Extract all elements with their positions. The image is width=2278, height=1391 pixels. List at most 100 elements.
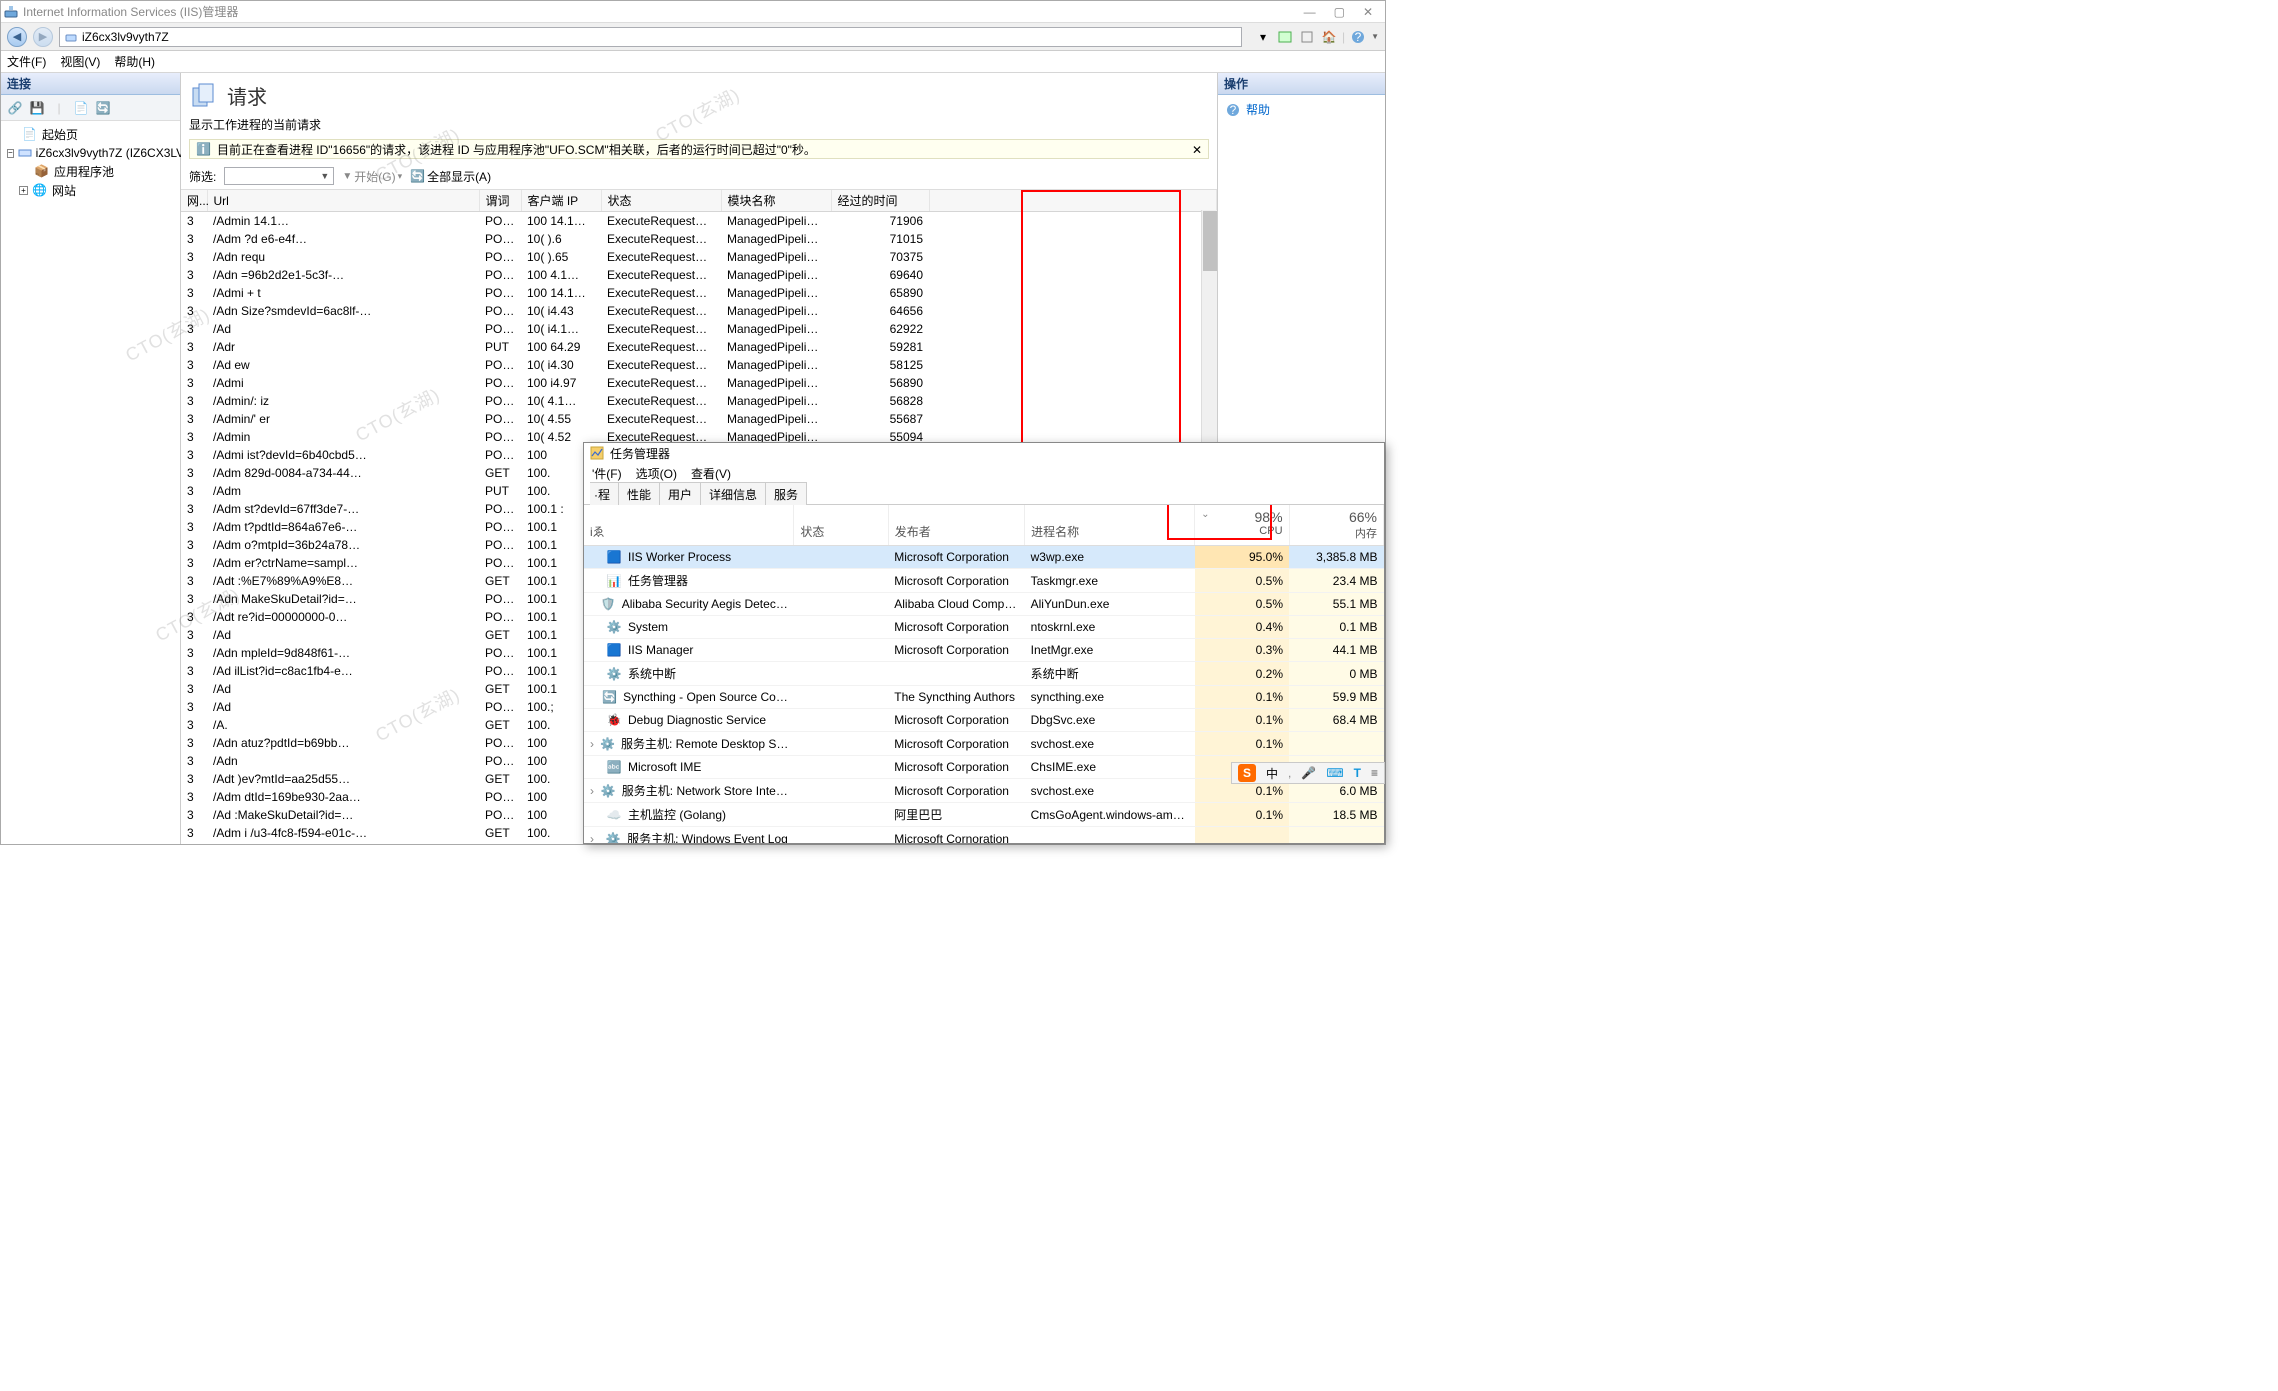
- tmcol-cpu[interactable]: ⌄98%CPU: [1195, 505, 1289, 546]
- tm-row[interactable]: ⚙️系统中断系统中断0.2%0 MB: [584, 662, 1384, 686]
- tm-menu-view[interactable]: 查看(V): [691, 465, 731, 482]
- page-subtitle: 显示工作进程的当前请求: [181, 116, 1217, 139]
- ime-t[interactable]: T: [1354, 766, 1361, 780]
- home-icon[interactable]: 🏠: [1320, 28, 1338, 46]
- tmcol-name[interactable]: iゑ: [584, 505, 794, 546]
- table-row[interactable]: 3/Adn requPOST10( ).65ExecuteRequestHan……: [181, 248, 1217, 266]
- taskmgr-tabs: ·程 性能 用户 详细信息 服务: [584, 483, 1384, 505]
- sogou-icon[interactable]: S: [1238, 764, 1256, 782]
- help-link[interactable]: ? 帮助: [1226, 99, 1377, 120]
- menu-file[interactable]: 文件(F): [7, 53, 46, 70]
- forward-button[interactable]: ▶: [33, 27, 53, 47]
- tab-performance[interactable]: 性能: [618, 482, 660, 505]
- close-button[interactable]: ✕: [1363, 5, 1373, 19]
- table-row[interactable]: 3/Admi + tPOST100 14.1…ExecuteRequestHan…: [181, 284, 1217, 302]
- connect-icon[interactable]: 🔗: [7, 100, 23, 116]
- menubar: 文件(F) 视图(V) 帮助(H): [1, 51, 1385, 73]
- page-title: 请求: [227, 81, 267, 110]
- tm-row[interactable]: 🔄Syncthing - Open Source Co…The Syncthin…: [584, 686, 1384, 709]
- col-net[interactable]: 网...: [181, 190, 207, 212]
- table-row[interactable]: 3/AdrPUT100 64.29ExecuteRequestHan…Manag…: [181, 338, 1217, 356]
- stop-icon[interactable]: [1298, 28, 1316, 46]
- table-row[interactable]: 3/AdmiPOST100 i4.97ExecuteRequestHan…Man…: [181, 374, 1217, 392]
- col-verb[interactable]: 谓词: [479, 190, 521, 212]
- tab-processes[interactable]: ·程: [590, 482, 619, 505]
- table-row[interactable]: 3/Adm ?d e6-e4f…POST10( ).6ExecuteReques…: [181, 230, 1217, 248]
- save-icon[interactable]: 💾: [29, 100, 45, 116]
- col-url[interactable]: Url: [207, 190, 479, 212]
- info-icon: ℹ️: [196, 142, 211, 156]
- help-icon: ?: [1226, 103, 1240, 117]
- refresh-connections-icon[interactable]: [1276, 28, 1294, 46]
- info-text: 目前正在查看进程 ID"16656"的请求，该进程 ID 与应用程序池"UFO.…: [217, 141, 816, 158]
- col-client[interactable]: 客户端 IP: [521, 190, 601, 212]
- address-box[interactable]: iZ6cx3lv9vyth7Z: [59, 27, 1242, 47]
- tmcol-mem[interactable]: 66%内存: [1289, 505, 1383, 546]
- window-title: Internet Information Services (IIS)管理器: [23, 3, 1304, 20]
- table-row[interactable]: 3/Adn =96b2d2e1-5c3f-…POST100 4.1…Execut…: [181, 266, 1217, 284]
- svg-text:?: ?: [1355, 30, 1362, 44]
- address-text: iZ6cx3lv9vyth7Z: [82, 30, 169, 44]
- table-row[interactable]: 3/Adn Size?smdevId=6ac8lf-…POST10( i4.43…: [181, 302, 1217, 320]
- menu-help[interactable]: 帮助(H): [114, 53, 155, 70]
- filter-bar: 筛选: ▼ ▼开始(G)▾ 🔄全部显示(A): [181, 165, 1217, 189]
- taskmgr-titlebar: 任务管理器: [584, 443, 1384, 463]
- connections-tree[interactable]: 📄起始页 −iZ6cx3lv9vyth7Z (IZ6CX3LV9 📦应用程序池 …: [1, 121, 180, 204]
- help-icon[interactable]: ?: [1349, 28, 1367, 46]
- taskmgr-title: 任务管理器: [610, 445, 670, 462]
- info-close-icon[interactable]: ✕: [1192, 143, 1202, 157]
- tmcol-publisher[interactable]: 发布者: [888, 505, 1024, 546]
- ime-lang[interactable]: 中: [1266, 765, 1278, 782]
- table-row[interactable]: 3/Admin/' erPOST10( 4.55ExecuteRequestHa…: [181, 410, 1217, 428]
- navbar: ◀ ▶ iZ6cx3lv9vyth7Z ▾ 🏠 | ? ▼: [1, 23, 1385, 51]
- tm-menu-file[interactable]: '件(F): [592, 465, 622, 482]
- tm-row[interactable]: ☁️主机监控 (Golang)阿里巴巴CmsGoAgent.windows-am…: [584, 803, 1384, 827]
- ime-menu-icon[interactable]: ≡: [1371, 766, 1378, 780]
- col-state[interactable]: 状态: [601, 190, 721, 212]
- ime-keyboard-icon[interactable]: ⌨: [1326, 766, 1343, 780]
- table-row[interactable]: 3/Ad ewPOST10( i4.30ExecuteRequestHan…Ma…: [181, 356, 1217, 374]
- menu-view[interactable]: 视图(V): [60, 53, 100, 70]
- tm-row[interactable]: 🐞Debug Diagnostic ServiceMicrosoft Corpo…: [584, 709, 1384, 732]
- tab-users[interactable]: 用户: [659, 482, 701, 505]
- tmcol-procname[interactable]: 进程名称: [1025, 505, 1195, 546]
- tm-row[interactable]: ›⚙️服务主机: Remote Desktop S…Microsoft Corp…: [584, 732, 1384, 756]
- tm-row[interactable]: 📊任务管理器Microsoft CorporationTaskmgr.exe0.…: [584, 569, 1384, 593]
- ime-bar[interactable]: S 中 , 🎤 ⌨ T ≡: [1231, 762, 1385, 784]
- actions-header: 操作: [1218, 73, 1385, 95]
- filter-input[interactable]: ▼: [224, 167, 334, 185]
- tree-start-page[interactable]: 📄起始页: [5, 125, 178, 144]
- filter-label: 筛选:: [189, 168, 216, 185]
- tm-row[interactable]: ›⚙️服务主机: Windows Event LogMicrosoft Corn…: [584, 827, 1384, 844]
- filter-start[interactable]: ▼开始(G)▾: [342, 168, 402, 185]
- tm-menu-options[interactable]: 选项(O): [636, 465, 677, 482]
- titlebar: Internet Information Services (IIS)管理器 —…: [1, 1, 1385, 23]
- table-row[interactable]: 3/Admin/: izPOST10( 4.1…ExecuteRequestHa…: [181, 392, 1217, 410]
- tree-apppools[interactable]: 📦应用程序池: [17, 162, 178, 181]
- maximize-button[interactable]: ▢: [1334, 5, 1345, 19]
- tree-sites[interactable]: +🌐网站: [17, 181, 178, 200]
- doc-icon[interactable]: 📄: [73, 100, 89, 116]
- tab-services[interactable]: 服务: [765, 482, 807, 505]
- tm-row[interactable]: 🟦IIS ManagerMicrosoft CorporationInetMgr…: [584, 639, 1384, 662]
- taskmgr-table[interactable]: iゑ 状态 发布者 进程名称 ⌄98%CPU 66%内存 🟦IIS Worker…: [584, 505, 1384, 843]
- info-bar: ℹ️ 目前正在查看进程 ID"16656"的请求，该进程 ID 与应用程序池"U…: [189, 139, 1209, 159]
- dropdown-icon[interactable]: ▾: [1254, 28, 1272, 46]
- table-row[interactable]: 3/AdPOST10( i4.1…ExecuteRequestHan…Manag…: [181, 320, 1217, 338]
- tree-server[interactable]: −iZ6cx3lv9vyth7Z (IZ6CX3LV9: [5, 144, 178, 162]
- col-elapsed[interactable]: 经过的时间: [831, 190, 929, 212]
- taskmgr-icon: [590, 446, 604, 460]
- col-module[interactable]: 模块名称: [721, 190, 831, 212]
- filter-showall[interactable]: 🔄全部显示(A): [410, 168, 491, 185]
- back-button[interactable]: ◀: [7, 27, 27, 47]
- ime-mic-icon[interactable]: 🎤: [1301, 766, 1316, 780]
- refresh-icon[interactable]: 🔄: [95, 100, 111, 116]
- minimize-button[interactable]: —: [1304, 5, 1316, 19]
- tm-row[interactable]: ⚙️SystemMicrosoft Corporationntoskrnl.ex…: [584, 616, 1384, 639]
- tm-row[interactable]: 🛡️Alibaba Security Aegis Detec…Alibaba C…: [584, 593, 1384, 616]
- taskmgr-menubar: '件(F) 选项(O) 查看(V): [584, 463, 1384, 483]
- tm-row[interactable]: 🟦IIS Worker ProcessMicrosoft Corporation…: [584, 546, 1384, 569]
- table-row[interactable]: 3/Admin 14.1…POST100 14.1…ExecuteRequest…: [181, 212, 1217, 230]
- tab-details[interactable]: 详细信息: [700, 482, 766, 505]
- tmcol-status[interactable]: 状态: [794, 505, 888, 546]
